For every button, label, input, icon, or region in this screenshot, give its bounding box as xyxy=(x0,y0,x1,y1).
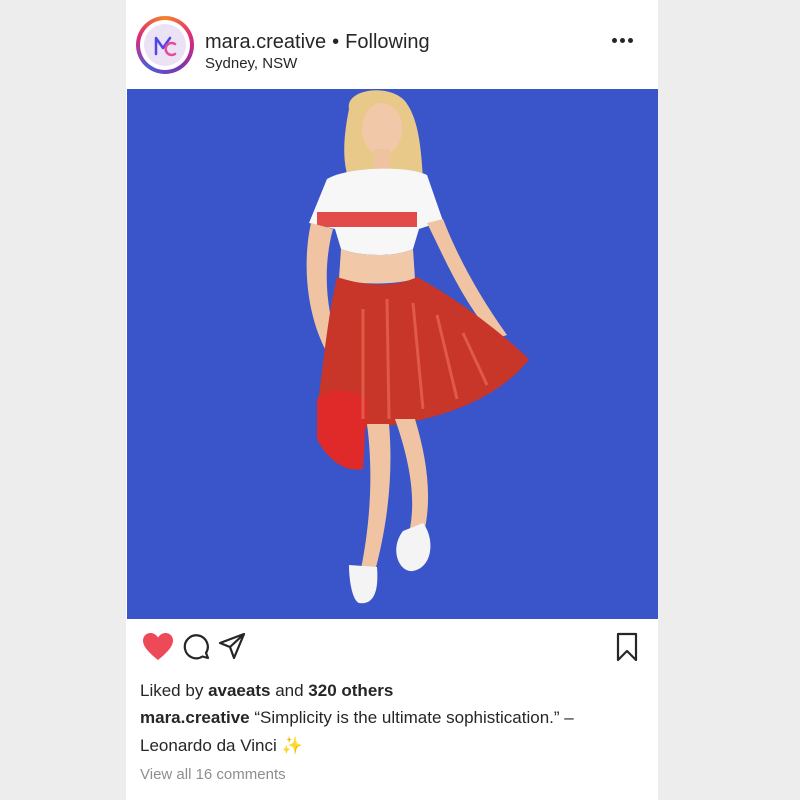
username-link[interactable]: mara.creative xyxy=(205,31,326,53)
liker-username-link[interactable]: avaeats xyxy=(208,681,270,700)
save-button[interactable] xyxy=(614,632,644,662)
comment-button[interactable] xyxy=(182,632,212,662)
post-photo[interactable] xyxy=(127,89,658,619)
location-link[interactable]: Sydney, NSW xyxy=(205,55,297,73)
likes-others-link[interactable]: 320 others xyxy=(308,681,393,700)
following-button[interactable]: Following xyxy=(345,31,429,53)
likes-joiner: and xyxy=(275,681,304,700)
avatar[interactable] xyxy=(136,16,194,74)
mc-logo-icon xyxy=(154,36,177,57)
heart-icon xyxy=(143,633,173,660)
comment-icon xyxy=(183,634,210,660)
send-icon xyxy=(218,632,246,660)
post-card: mara.creative • Following Sydney, NSW Li… xyxy=(126,0,658,800)
user-line: mara.creative • Following xyxy=(205,30,430,54)
action-bar xyxy=(126,622,658,672)
view-comments-link[interactable]: View all 16 comments xyxy=(140,766,286,784)
more-options-button[interactable] xyxy=(612,28,640,52)
likes-prefix: Liked by xyxy=(140,681,204,700)
more-dot-icon xyxy=(628,38,633,43)
avatar-logo xyxy=(144,24,186,66)
post-header: mara.creative • Following Sydney, NSW xyxy=(126,0,658,89)
separator-dot: • xyxy=(332,31,340,53)
more-dot-icon xyxy=(620,38,625,43)
share-button[interactable] xyxy=(218,632,248,662)
post-caption: mara.creative “Simplicity is the ultimat… xyxy=(140,704,640,760)
bookmark-icon xyxy=(616,632,638,662)
more-dot-icon xyxy=(612,38,617,43)
fashion-photo xyxy=(127,89,658,619)
caption-author-link[interactable]: mara.creative xyxy=(140,708,250,727)
like-button[interactable] xyxy=(142,632,173,662)
likes-summary: Liked by avaeats and 320 others xyxy=(140,680,393,702)
